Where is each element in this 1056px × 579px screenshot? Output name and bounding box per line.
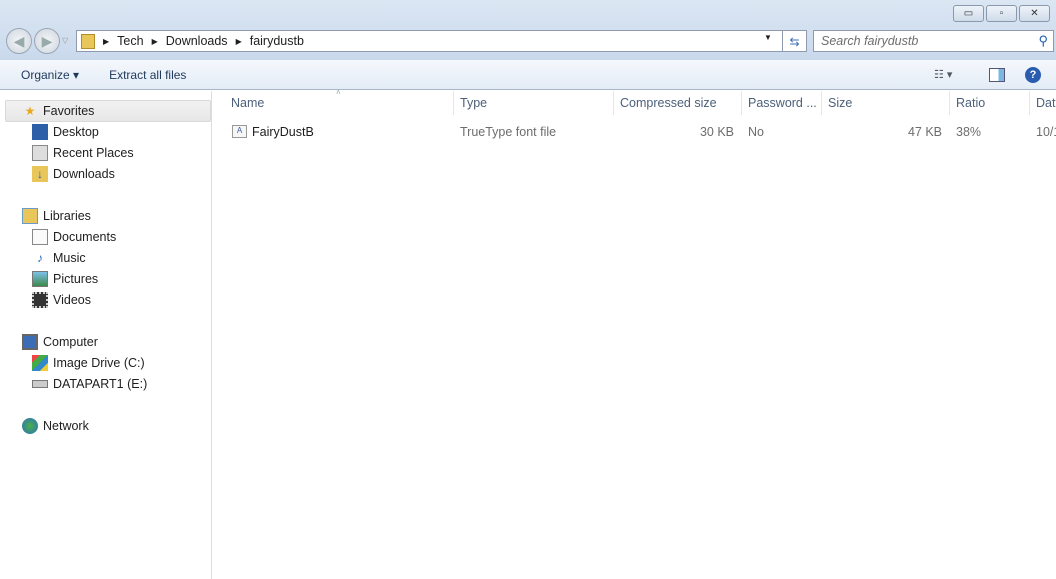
breadcrumb-downloads[interactable]: Downloads — [166, 34, 228, 48]
file-date: 10/1 — [1036, 125, 1056, 139]
sidebar-item-libraries[interactable]: Libraries — [22, 206, 91, 226]
sidebar-item-videos[interactable]: Videos — [32, 290, 91, 310]
sidebar-item-recent-places[interactable]: Recent Places — [32, 143, 134, 163]
back-button[interactable]: ◀ — [6, 28, 32, 54]
view-options-icon[interactable]: ☷ ▾ — [934, 68, 952, 81]
sidebar-item-network[interactable]: Network — [22, 416, 89, 436]
refresh-button[interactable]: ⇆ — [782, 30, 807, 52]
close-button[interactable]: ✕ — [1019, 5, 1050, 22]
sidebar-item-desktop[interactable]: Desktop — [32, 122, 99, 142]
computer-icon — [22, 334, 38, 350]
search-input[interactable]: Search fairydustb ⚲ — [813, 30, 1054, 52]
column-header-size[interactable]: Size — [822, 91, 950, 115]
extract-all-button[interactable]: Extract all files — [109, 68, 186, 82]
breadcrumb-fairydustb[interactable]: fairydustb — [250, 34, 304, 48]
address-dropdown-icon[interactable]: ▼ — [764, 33, 772, 42]
recent-pages-dropdown[interactable]: ▽ — [62, 36, 68, 45]
file-list: ˄ Name Type Compressed size Password ...… — [213, 88, 1056, 579]
windows-drive-icon — [32, 355, 48, 371]
documents-icon — [32, 229, 48, 245]
column-header-ratio[interactable]: Ratio — [950, 91, 1030, 115]
drive-icon — [32, 380, 48, 388]
organize-button[interactable]: Organize ▾ — [21, 68, 79, 82]
sidebar-item-c-drive[interactable]: Image Drive (C:) — [32, 353, 145, 373]
libraries-icon — [22, 208, 38, 224]
font-file-icon: A — [232, 125, 247, 138]
column-header-password[interactable]: Password ... — [742, 91, 822, 115]
sidebar-item-e-drive[interactable]: DATAPART1 (E:) — [32, 374, 147, 394]
breadcrumb-tech[interactable]: Tech — [117, 34, 143, 48]
network-icon — [22, 418, 38, 434]
file-password: No — [748, 125, 764, 139]
sidebar-item-computer[interactable]: Computer — [22, 332, 98, 352]
preview-pane-icon[interactable] — [989, 67, 1005, 82]
column-header-compressed-size[interactable]: Compressed size — [614, 91, 742, 115]
music-icon: ♪ — [37, 251, 43, 265]
maximize-button[interactable]: ▫ — [986, 5, 1017, 22]
title-bar: ▭ ▫ ✕ ◀ ▶ ▽ ▶ Tech ▶ Downloads ▶ fairydustb… — [0, 0, 1056, 60]
sidebar-item-music[interactable]: ♪ Music — [32, 248, 86, 268]
minimize-button[interactable]: ▭ — [953, 5, 984, 22]
file-type: TrueType font file — [460, 125, 557, 139]
navigation-pane: ★ Favorites Desktop Recent Places ↓ Downlo… — [0, 91, 212, 579]
help-icon[interactable]: ? — [1025, 66, 1041, 83]
downloads-folder-icon: ↓ — [32, 166, 48, 182]
file-name[interactable]: FairyDustB — [252, 125, 314, 139]
forward-button[interactable]: ▶ — [34, 28, 60, 54]
pictures-icon — [32, 271, 48, 287]
file-ratio: 38% — [956, 125, 982, 139]
file-size: 47 KB — [907, 125, 942, 139]
column-header-date[interactable]: Date — [1030, 91, 1056, 115]
sidebar-item-downloads[interactable]: ↓ Downloads — [32, 164, 115, 184]
videos-icon — [32, 292, 48, 308]
sidebar-item-documents[interactable]: Documents — [32, 227, 116, 247]
sidebar-item-favorites[interactable]: ★ Favorites — [22, 101, 95, 121]
zip-folder-icon — [81, 33, 95, 49]
desktop-icon — [32, 124, 48, 140]
sidebar-item-pictures[interactable]: Pictures — [32, 269, 98, 289]
star-icon: ★ — [24, 104, 36, 118]
column-header-name[interactable]: Name — [225, 91, 454, 115]
command-bar: Organize ▾ Extract all files ☷ ▾ ? — [0, 60, 1056, 90]
address-bar[interactable]: ▶ Tech ▶ Downloads ▶ fairydustb — [76, 30, 807, 52]
recent-places-icon — [32, 145, 48, 161]
file-compressed-size: 30 KB — [699, 125, 734, 139]
column-header-type[interactable]: Type — [454, 91, 614, 115]
search-icon[interactable]: ⚲ — [1038, 33, 1048, 49]
